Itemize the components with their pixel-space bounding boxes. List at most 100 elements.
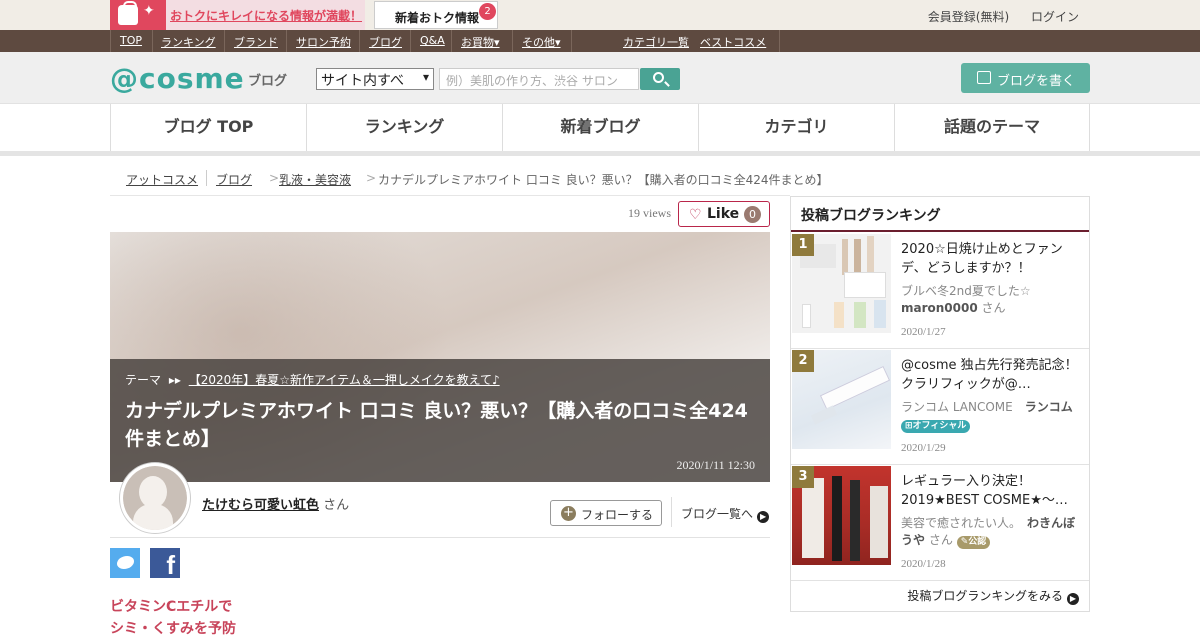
nav-blog-top[interactable]: ブログ TOP bbox=[110, 104, 306, 151]
ranking-blog-name: ランコム LANCOME bbox=[901, 400, 1013, 414]
nav-ranking[interactable]: ランキング bbox=[306, 104, 502, 151]
post-excerpt: ビタミンCエチルで シミ・くすみを予防 bbox=[110, 596, 236, 640]
breadcrumb-separator: > bbox=[269, 171, 280, 185]
login-link[interactable]: ログイン bbox=[1031, 10, 1079, 24]
hero-caption: テーマ ▸▸ 【2020年】春夏☆新作アイテム＆一押しメイクを教えて♪ カナデル… bbox=[110, 359, 770, 482]
search-button[interactable] bbox=[640, 68, 680, 90]
post-date: 2020/1/11 12:30 bbox=[676, 458, 755, 472]
breadcrumb: アットコスメ ブログ > 乳液・美容液 > カナデルプレミアホワイト 口コミ 良… bbox=[110, 170, 829, 194]
avatar[interactable] bbox=[120, 463, 190, 533]
write-blog-button[interactable]: ブログを書く bbox=[961, 63, 1090, 93]
ranking-title[interactable]: レギュラー入り決定！2019★BEST COSME★～… bbox=[901, 472, 1079, 510]
ranking-sidebar: 投稿ブログランキング 1 2020☆日焼け止めとファンデ、どうしますか？！ ブル… bbox=[790, 196, 1090, 612]
double-arrow-icon: ▸▸ bbox=[168, 373, 181, 387]
menu-ranking[interactable]: ランキング bbox=[161, 34, 216, 50]
ranking-item[interactable]: 3 レギュラー入り決定！2019★BEST COSME★～… 美容で癒されたい人… bbox=[791, 465, 1089, 581]
promo-banner[interactable]: ✦ おトクにキレイになる情報が満載！ bbox=[110, 0, 365, 30]
menu-salon[interactable]: サロン予約 bbox=[296, 34, 351, 50]
breadcrumb-divider bbox=[206, 170, 207, 186]
rank-number: 1 bbox=[792, 234, 814, 256]
news-deals-button[interactable]: 新着おトク情報 2 bbox=[374, 1, 498, 29]
top-bar: ✦ おトクにキレイになる情報が満載！ 新着おトク情報 2 会員登録(無料) ログ… bbox=[0, 0, 1200, 30]
blog-logo-label: ブログ bbox=[248, 74, 288, 89]
ranking-title[interactable]: 2020☆日焼け止めとファンデ、どうしますか？！ bbox=[901, 240, 1079, 278]
sidebar-title: 投稿ブログランキング bbox=[791, 197, 1089, 232]
ranking-title[interactable]: @cosme 独占先行発売記念！クラリフィックが@… bbox=[901, 356, 1079, 394]
ranking-user[interactable]: maron0000 bbox=[901, 301, 978, 315]
author-name: たけむら可愛い虹色 さん bbox=[202, 494, 349, 513]
news-deals-label: 新着おトク情報 bbox=[395, 11, 480, 25]
facebook-share-button[interactable]: f bbox=[150, 548, 180, 580]
ranking-thumbnail[interactable]: 3 bbox=[792, 466, 891, 565]
ranking-user-suffix: さん bbox=[928, 533, 953, 547]
like-button[interactable]: ♡ Like 0 bbox=[678, 201, 770, 227]
twitter-icon bbox=[117, 556, 134, 569]
plus-icon: + bbox=[561, 506, 576, 521]
rank-number: 3 bbox=[792, 466, 814, 488]
search-icon bbox=[653, 72, 664, 83]
global-nav: ブログ TOP ランキング 新着ブログ カテゴリ 話題のテーマ bbox=[0, 104, 1200, 156]
menu-top[interactable]: TOP bbox=[120, 34, 142, 47]
search-scope-select[interactable]: サイト内すべ bbox=[316, 68, 434, 90]
ranking-blog-name: ブルベ冬2nd夏でした☆ bbox=[901, 284, 1031, 298]
breadcrumb-separator: > bbox=[366, 171, 377, 185]
menu-qa[interactable]: Q&A bbox=[420, 34, 445, 47]
theme-link[interactable]: 【2020年】春夏☆新作アイテム＆一押しメイクを教えて♪ bbox=[189, 373, 500, 387]
view-ranking-link[interactable]: 投稿ブログランキングをみる ▶ bbox=[907, 587, 1079, 605]
edit-icon bbox=[977, 71, 991, 84]
nav-new-blogs[interactable]: 新着ブログ bbox=[502, 104, 698, 151]
search-input[interactable]: 例）美肌の作り方、渋谷 サロン bbox=[439, 68, 639, 90]
rank-number: 2 bbox=[792, 350, 814, 372]
nav-themes[interactable]: 話題のテーマ bbox=[894, 104, 1090, 151]
divider bbox=[671, 497, 672, 527]
ranking-date: 2020/1/28 bbox=[901, 558, 946, 570]
register-link[interactable]: 会員登録(無料) bbox=[928, 10, 1009, 24]
ranking-user-suffix: さん bbox=[981, 301, 1006, 315]
menu-best-cosme[interactable]: ベストコスメ bbox=[700, 34, 766, 50]
official-badge: ⊞オフィシャル bbox=[901, 420, 971, 433]
post-hero-image: テーマ ▸▸ 【2020年】春夏☆新作アイテム＆一押しメイクを教えて♪ カナデル… bbox=[110, 232, 770, 482]
menu-other[interactable]: その他▾ bbox=[522, 34, 561, 50]
ranking-thumbnail[interactable]: 1 bbox=[792, 234, 891, 333]
author-link[interactable]: たけむら可愛い虹色 bbox=[202, 498, 319, 513]
divider bbox=[110, 195, 790, 196]
like-count: 0 bbox=[744, 206, 761, 223]
follow-button[interactable]: + フォローする bbox=[550, 500, 662, 526]
excerpt-line: シミ・くすみを予防 bbox=[110, 621, 236, 637]
menu-divider bbox=[359, 30, 360, 52]
arrow-right-icon: ▶ bbox=[757, 511, 770, 523]
breadcrumb-blog[interactable]: ブログ bbox=[216, 171, 252, 188]
menu-divider bbox=[110, 30, 111, 52]
ranking-user[interactable]: ランコム bbox=[1025, 400, 1073, 414]
heart-icon: ♡ bbox=[689, 207, 702, 223]
view-count: 19 views bbox=[628, 206, 671, 220]
menu-divider bbox=[152, 30, 153, 52]
menu-brand[interactable]: ブランド bbox=[234, 34, 278, 50]
breadcrumb-category[interactable]: 乳液・美容液 bbox=[279, 171, 351, 188]
ranking-item[interactable]: 1 2020☆日焼け止めとファンデ、どうしますか？！ ブルベ冬2nd夏でした☆ … bbox=[791, 233, 1089, 349]
nav-category[interactable]: カテゴリ bbox=[698, 104, 894, 151]
follow-label: フォローする bbox=[581, 508, 654, 522]
cosme-logo[interactable]: @cosme bbox=[110, 62, 245, 95]
theme-label: テーマ bbox=[125, 373, 162, 387]
blog-list-link[interactable]: ブログ一覧へ ▶ bbox=[681, 505, 770, 523]
breadcrumb-current: カナデルプレミアホワイト 口コミ 良い？悪い？【購入者の口コミ全424件まとめ】 bbox=[378, 173, 829, 187]
site-header: @cosme ブログ サイト内すべ 例）美肌の作り方、渋谷 サロン ブログを書く bbox=[0, 52, 1200, 104]
menu-shopping[interactable]: お買物▾ bbox=[461, 34, 500, 50]
write-blog-label: ブログを書く bbox=[997, 74, 1076, 89]
menu-divider bbox=[451, 30, 452, 52]
menu-divider bbox=[779, 30, 780, 52]
menu-divider bbox=[410, 30, 411, 52]
notification-badge: 2 bbox=[479, 3, 496, 20]
menu-divider bbox=[512, 30, 513, 52]
facebook-icon: f bbox=[166, 550, 175, 580]
menu-category-list[interactable]: カテゴリ一覧 bbox=[623, 34, 689, 50]
ranking-thumbnail[interactable]: 2 bbox=[792, 350, 891, 449]
ranking-item[interactable]: 2 @cosme 独占先行発売記念！クラリフィックが@… ランコム LANCOM… bbox=[791, 349, 1089, 465]
shopping-bag-icon: ✦ bbox=[110, 0, 166, 30]
menu-blog[interactable]: ブログ bbox=[369, 34, 402, 50]
arrow-right-icon: ▶ bbox=[1067, 593, 1079, 605]
breadcrumb-home[interactable]: アットコスメ bbox=[126, 171, 198, 188]
twitter-share-button[interactable] bbox=[110, 548, 140, 578]
promo-link[interactable]: おトクにキレイになる情報が満載！ bbox=[170, 7, 362, 24]
